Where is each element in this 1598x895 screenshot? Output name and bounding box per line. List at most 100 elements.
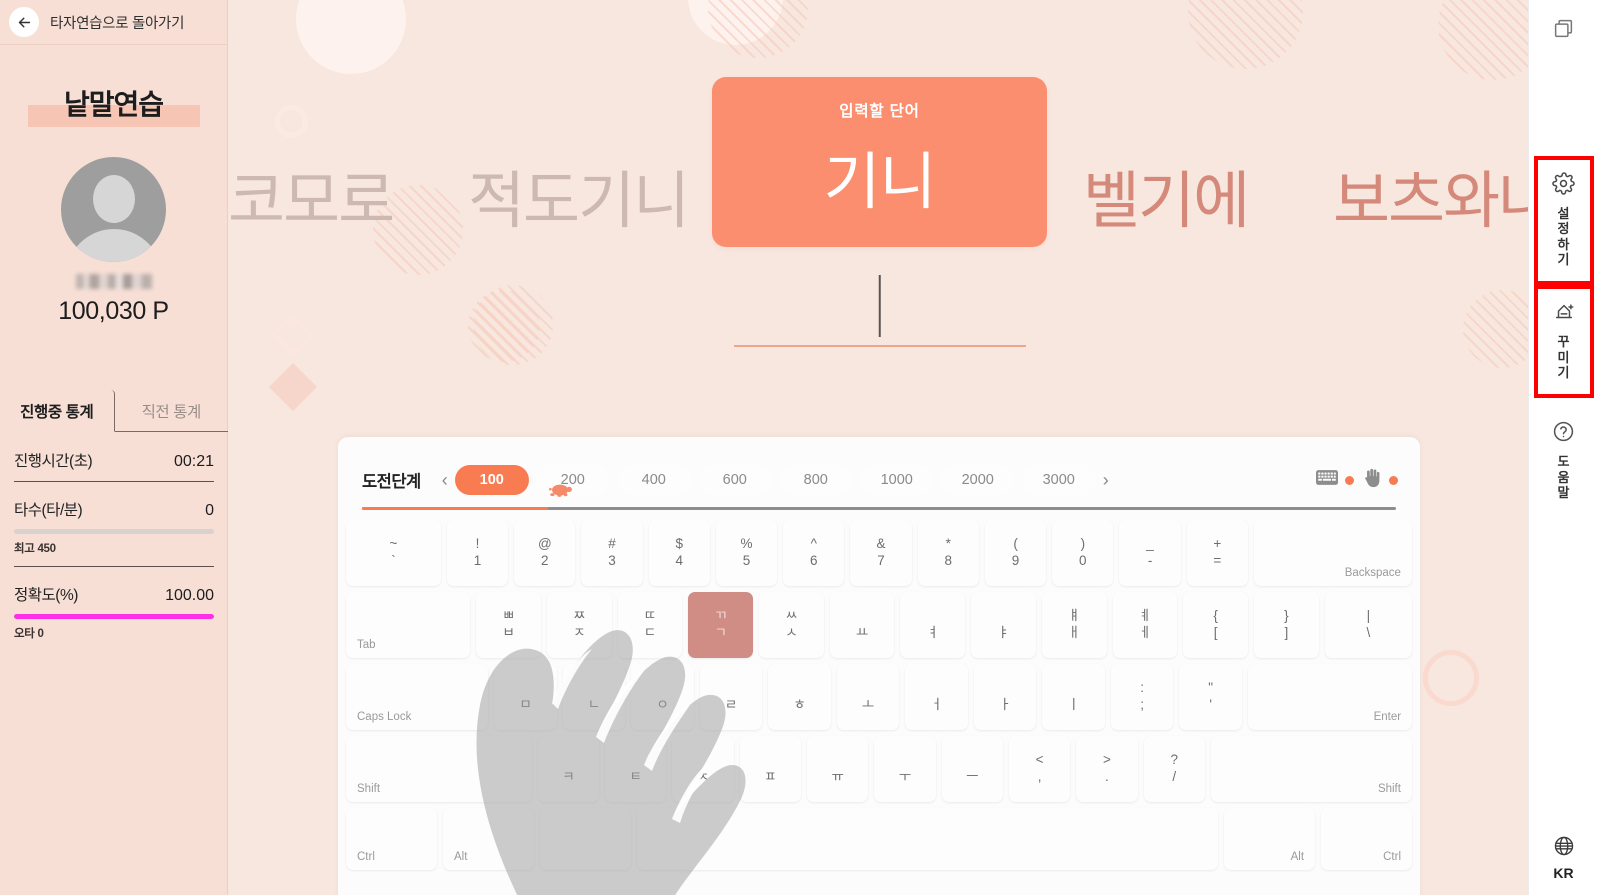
back-label: 타자연습으로 돌아가기 xyxy=(50,15,185,32)
level-pill-400[interactable]: 400 xyxy=(616,465,691,495)
key-'[interactable]: " ' xyxy=(1179,664,1242,730)
key-0[interactable]: ) 0 xyxy=(1052,520,1114,586)
key-alt[interactable]: Alt xyxy=(442,808,534,870)
key-lower-glyph: ㅗ xyxy=(861,697,875,712)
key-`[interactable]: ~ ` xyxy=(346,520,441,586)
key-ㅣ[interactable]: ㅣ xyxy=(1042,664,1105,730)
speed-progress-bar xyxy=(14,529,214,534)
level-pill-100[interactable]: 100 xyxy=(454,465,529,495)
key-ㅊ[interactable]: ㅊ xyxy=(672,736,734,802)
key-lower-glyph: ' xyxy=(1209,697,1212,712)
key-ㄹ[interactable]: ㄹ xyxy=(699,664,763,730)
key-ㅍ[interactable]: ㅍ xyxy=(739,736,801,802)
key-ㅔ[interactable]: ㅖㅔ xyxy=(1112,592,1178,658)
user-name-masked xyxy=(75,274,152,289)
avatar-body xyxy=(65,229,162,262)
tab-current-stats[interactable]: 진행중 통계 xyxy=(0,390,115,432)
key-ㄴ[interactable]: ㄴ xyxy=(562,664,626,730)
key-ㄷ[interactable]: ㄸㄷ xyxy=(617,592,683,658)
key-ㅕ[interactable]: ㅕ xyxy=(900,592,966,658)
key-upper-glyph xyxy=(1072,680,1076,697)
globe-icon xyxy=(1553,835,1575,862)
key-ㅡ[interactable]: ㅡ xyxy=(941,736,1003,802)
key-2[interactable]: @2 xyxy=(514,520,576,586)
language-switcher[interactable]: KR xyxy=(1553,835,1575,881)
key-1[interactable]: ! 1 xyxy=(446,520,509,586)
key-upper-glyph: _ xyxy=(1146,536,1154,552)
key-caps-lock[interactable]: Caps Lock xyxy=(346,664,489,730)
key-shift[interactable]: Shift xyxy=(1210,736,1412,802)
key-ㅈ[interactable]: ㅉㅈ xyxy=(546,592,612,658)
key-ㅂ[interactable]: ㅃㅂ xyxy=(476,592,541,658)
key-upper-glyph xyxy=(836,752,840,769)
key-enter[interactable]: Enter xyxy=(1247,664,1413,730)
key-backspace[interactable]: Backspace xyxy=(1253,520,1412,586)
key-,[interactable]: <, xyxy=(1008,736,1071,802)
level-pill-600[interactable]: 600 xyxy=(697,465,772,495)
key-ㅜ[interactable]: ㅜ xyxy=(874,736,936,802)
key-6[interactable]: ^ 6 xyxy=(783,520,845,586)
key-ㅗ[interactable]: ㅗ xyxy=(836,664,900,730)
key-ㅏ[interactable]: ㅏ xyxy=(973,664,1037,730)
key-;[interactable]: :; xyxy=(1110,664,1174,730)
carousel-word-next2: 보츠와나 xyxy=(1333,167,1528,236)
accuracy-progress-bar xyxy=(14,614,214,619)
key-ㅑ[interactable]: ㅑ xyxy=(971,592,1036,658)
key-ㅌ[interactable]: ㅌ xyxy=(605,736,667,802)
settings-button[interactable]: 설정하기 xyxy=(1533,155,1594,286)
key-ㅁ[interactable]: ㅁ xyxy=(494,664,557,730)
key-[[interactable]: {[ xyxy=(1183,592,1248,658)
key-ㅛ[interactable]: ㅛ xyxy=(829,592,895,658)
key-8[interactable]: * 8 xyxy=(917,520,979,586)
level-pill-3000[interactable]: 3000 xyxy=(1021,465,1096,495)
key-4[interactable]: $4 xyxy=(648,520,710,586)
key-/[interactable]: ? / xyxy=(1143,736,1205,802)
back-to-typing-practice-button[interactable]: 타자연습으로 돌아가기 xyxy=(0,0,227,45)
key-blank[interactable] xyxy=(636,808,1219,870)
key-label: Shift xyxy=(1377,783,1401,795)
key-ㅅ[interactable]: ㅆㅅ xyxy=(759,592,824,658)
key--[interactable]: _ - xyxy=(1119,520,1181,586)
decorate-label: 꾸미기 xyxy=(1557,334,1570,380)
key-ㅇ[interactable]: ㅇ xyxy=(631,664,694,730)
help-button[interactable]: 도움말 xyxy=(1538,408,1590,514)
keyboard-panel: 도전단계 ‹ 100 200 400 600 800 1000 2000 3000 › xyxy=(338,437,1420,895)
level-pill-2000[interactable]: 2000 xyxy=(940,465,1015,495)
key-ㅠ[interactable]: ㅠ xyxy=(807,736,869,802)
key-upper-glyph: ( xyxy=(1013,536,1018,552)
key-tab[interactable]: Tab xyxy=(346,592,471,658)
key-shift[interactable]: Shift xyxy=(346,736,532,802)
level-pill-800[interactable]: 800 xyxy=(778,465,853,495)
key-9[interactable]: (9 xyxy=(984,520,1047,586)
level-pill-1000[interactable]: 1000 xyxy=(859,465,934,495)
tab-previous-stats[interactable]: 직전 통계 xyxy=(114,390,228,432)
levels-next-button[interactable]: › xyxy=(1096,470,1116,491)
key-7[interactable]: & 7 xyxy=(850,520,912,586)
key-=[interactable]: + = xyxy=(1186,520,1248,586)
key-ㅎ[interactable]: ㅎ xyxy=(768,664,831,730)
avatar[interactable] xyxy=(0,157,227,262)
key-ㅋ[interactable]: ㅋ xyxy=(537,736,600,802)
key-ㅓ[interactable]: ㅓ xyxy=(905,664,968,730)
key-.[interactable]: >. xyxy=(1076,736,1138,802)
keyboard-toggle-indicator xyxy=(1345,475,1354,485)
decor-ring xyxy=(1423,650,1479,706)
key-ctrl[interactable]: Ctrl xyxy=(1321,808,1413,870)
key-ㄱ[interactable]: ㄲㄱ xyxy=(688,592,754,658)
key-upper-glyph xyxy=(567,752,571,769)
key-ㅐ[interactable]: ㅒㅐ xyxy=(1041,592,1107,658)
key-3[interactable]: #3 xyxy=(581,520,643,586)
show-hands-toggle[interactable] xyxy=(1363,468,1398,493)
key-alt[interactable]: Alt xyxy=(1224,808,1316,870)
levels-prev-button[interactable]: ‹ xyxy=(435,470,455,491)
key-\[interactable]: | \ xyxy=(1324,592,1413,658)
window-restore-icon[interactable] xyxy=(1553,18,1574,44)
key-ctrl[interactable]: Ctrl xyxy=(346,808,437,870)
key-upper-glyph xyxy=(1003,680,1007,697)
show-keyboard-toggle[interactable] xyxy=(1316,470,1354,490)
decorate-button[interactable]: 꾸미기 xyxy=(1533,285,1594,399)
key-blank[interactable] xyxy=(539,808,631,870)
key-5[interactable]: % 5 xyxy=(715,520,778,586)
key-][interactable]: }] xyxy=(1253,592,1319,658)
key-lower-glyph: ㅇ xyxy=(656,697,669,712)
